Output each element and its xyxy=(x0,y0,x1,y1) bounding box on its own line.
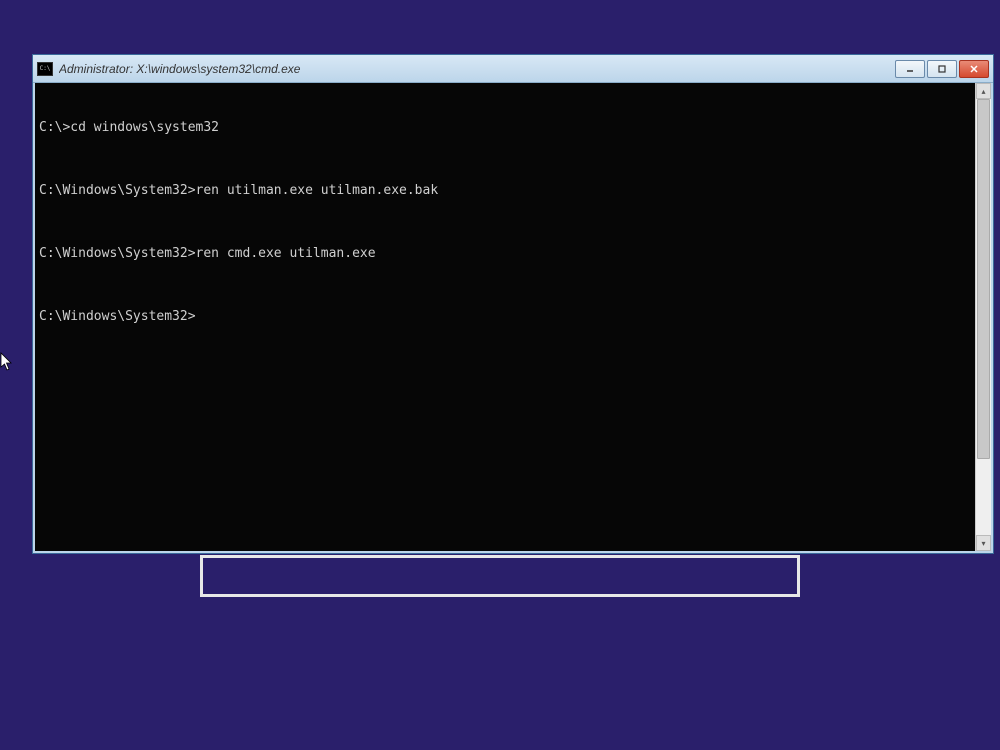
scroll-track[interactable] xyxy=(976,99,991,535)
scroll-thumb[interactable] xyxy=(977,99,990,459)
terminal-container: C:\>cd windows\system32 C:\Windows\Syste… xyxy=(33,83,993,553)
scroll-up-arrow-icon[interactable]: ▴ xyxy=(976,83,991,99)
scroll-down-arrow-icon[interactable]: ▾ xyxy=(976,535,991,551)
window-controls xyxy=(895,60,989,78)
close-button[interactable] xyxy=(959,60,989,78)
terminal-line: C:\>cd windows\system32 xyxy=(39,120,971,136)
terminal-line: C:\Windows\System32>ren cmd.exe utilman.… xyxy=(39,246,971,262)
cmd-window: Administrator: X:\windows\system32\cmd.e… xyxy=(32,54,994,554)
terminal-line: C:\Windows\System32> xyxy=(39,309,971,325)
window-title: Administrator: X:\windows\system32\cmd.e… xyxy=(59,62,895,76)
background-dialog-remnant xyxy=(200,555,800,597)
vertical-scrollbar[interactable]: ▴ ▾ xyxy=(975,83,991,551)
terminal-output[interactable]: C:\>cd windows\system32 C:\Windows\Syste… xyxy=(35,83,975,551)
mouse-cursor-icon xyxy=(0,352,14,372)
titlebar[interactable]: Administrator: X:\windows\system32\cmd.e… xyxy=(33,55,993,83)
cmd-icon xyxy=(37,62,53,76)
maximize-button[interactable] xyxy=(927,60,957,78)
terminal-line: C:\Windows\System32>ren utilman.exe util… xyxy=(39,183,971,199)
minimize-button[interactable] xyxy=(895,60,925,78)
